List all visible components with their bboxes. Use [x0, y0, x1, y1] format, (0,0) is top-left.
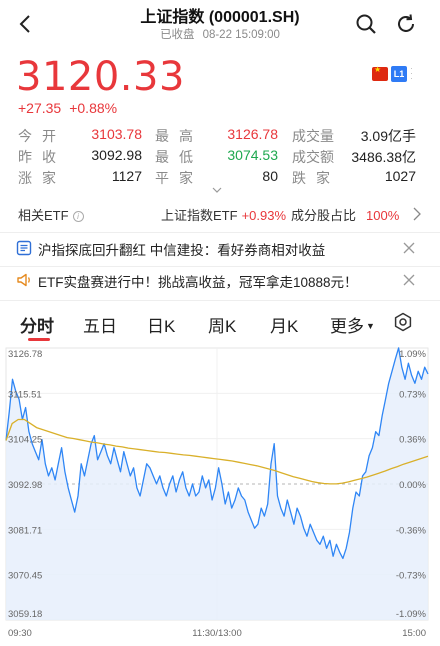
pct-axis-tick-label: -1.09% — [396, 609, 427, 620]
pct-axis-tick-label: 0.36% — [399, 435, 426, 446]
stat-value: 3092.98 — [91, 147, 142, 163]
share-value: 100% — [366, 208, 400, 223]
change-amount: +27.35 — [18, 100, 62, 116]
status-text: 已收盘 — [160, 29, 195, 41]
y-axis-tick-label: 3126.78 — [8, 349, 42, 360]
close-icon[interactable] — [402, 241, 416, 255]
y-axis-tick-label: 3104.25 — [8, 435, 42, 446]
stat-value: 80 — [262, 168, 278, 184]
news-item[interactable]: 沪指探底回升翻红 中信建投：看好券商相对收益 — [16, 238, 426, 260]
stats-grid: 今开 3103.78 最高 3126.78 成交量 3.09亿手 昨收 3092… — [18, 126, 428, 189]
info-icon[interactable]: i — [72, 211, 84, 222]
stat-label: 成交量 — [292, 128, 334, 144]
pct-axis-tick-label: 1.09% — [399, 349, 426, 360]
stat-value: 1127 — [111, 168, 142, 184]
pct-axis-tick-label: -0.73% — [396, 571, 427, 582]
news-item[interactable]: ETF实盘赛进行中！挑战高收益，冠军拿走10888元！ — [16, 270, 426, 292]
etf-name: 上证指数ETF — [161, 208, 238, 223]
chevron-right-icon[interactable] — [412, 207, 422, 221]
level-badge[interactable]: L1 — [391, 66, 407, 82]
expand-chevron-icon[interactable] — [212, 186, 222, 194]
stat-value: 3126.78 — [227, 126, 278, 142]
header: 上证指数 (000001.SH) 已收盘 08-22 15:09:00 — [0, 0, 440, 48]
y-axis-tick-label: 3081.71 — [8, 525, 42, 536]
stat-value: 3103.78 — [91, 126, 142, 142]
price-change: +27.35 +0.88% — [18, 100, 125, 116]
related-etf-text: 相关ETF — [18, 208, 69, 223]
stat-value: 3486.38亿 — [351, 149, 416, 165]
x-axis-tick-label: 15:00 — [402, 628, 426, 639]
tab-monthly-k[interactable]: 月K — [270, 312, 298, 337]
tab-more[interactable]: 更多 ▼ — [330, 312, 375, 337]
tab-weekly-k[interactable]: 周K — [208, 312, 236, 337]
share-label: 成分股占比 — [291, 208, 357, 223]
news-text: ETF实盘赛进行中！挑战高收益，冠军拿走10888元！ — [38, 275, 358, 290]
stat-label: 昨收 — [18, 149, 66, 165]
chart-tabs: 分时 五日 日K 周K 月K 更多 ▼ — [0, 308, 440, 341]
stat-label: 今开 — [18, 128, 66, 144]
current-price: 3120.33 — [16, 54, 185, 100]
stat-value: 3.09亿手 — [360, 128, 416, 144]
stat-label: 最低 — [155, 149, 203, 165]
x-axis-tick-label: 11:30/13:00 — [192, 628, 241, 639]
stats-row: 昨收 3092.98 最低 3074.53 成交额 3486.38亿 — [18, 147, 428, 168]
status-datetime: 08-22 15:09:00 — [202, 29, 280, 41]
settings-icon[interactable] — [393, 312, 413, 332]
pct-axis-tick-label: 0.73% — [399, 389, 426, 400]
divider — [0, 300, 440, 301]
y-axis-tick-label: 3092.98 — [8, 480, 42, 491]
megaphone-icon — [17, 273, 30, 287]
stat-label: 最高 — [155, 128, 203, 144]
change-percent: +0.88% — [69, 100, 118, 116]
related-etf-bar[interactable]: 相关ETF i 上证指数ETF +0.93% 成分股占比 100% — [18, 204, 422, 224]
stat-label: 成交额 — [292, 149, 334, 165]
stat-label: 涨家 — [18, 170, 66, 186]
close-icon[interactable] — [402, 273, 416, 287]
stat-label: 平家 — [155, 170, 203, 186]
x-axis-tick-label: 09:30 — [8, 628, 32, 639]
y-axis-tick-label: 3070.45 — [8, 571, 42, 582]
tab-intraday[interactable]: 分时 — [20, 312, 54, 337]
pct-axis-tick-label: 0.00% — [399, 480, 426, 491]
stats-row: 今开 3103.78 最高 3126.78 成交量 3.09亿手 — [18, 126, 428, 147]
tab-daily-k[interactable]: 日K — [147, 312, 175, 337]
stat-label: 跌家 — [292, 170, 340, 186]
etf-change: +0.93% — [241, 208, 287, 223]
more-dots-icon[interactable]: · · · — [410, 64, 414, 83]
dropdown-caret-icon: ▼ — [366, 321, 375, 331]
pct-axis-tick-label: -0.36% — [396, 525, 427, 536]
news-doc-icon — [16, 240, 32, 256]
y-axis-tick-label: 3115.51 — [8, 389, 42, 400]
tab-five-day[interactable]: 五日 — [83, 312, 117, 337]
news-text: 沪指探底回升翻红 中信建投：看好券商相对收益 — [38, 243, 326, 258]
stat-value: 1027 — [384, 168, 416, 184]
constituent-share[interactable]: 成分股占比 100% — [291, 205, 399, 224]
stat-value: 3074.53 — [227, 147, 278, 163]
refresh-icon[interactable] — [395, 13, 417, 35]
divider — [0, 266, 440, 267]
y-axis-tick-label: 3059.18 — [8, 609, 42, 620]
china-flag-icon — [372, 65, 388, 81]
intraday-chart[interactable]: 3126.78 1.09% 3115.51 0.73% 3104.25 0.36% 3092… — [0, 340, 440, 646]
related-etf-label: 相关ETF i — [18, 205, 84, 224]
tab-more-label: 更多 — [330, 317, 364, 336]
divider — [0, 232, 440, 233]
search-icon[interactable] — [355, 13, 377, 35]
stats-row: 涨家 1127 平家 80 跌家 1027 — [18, 168, 428, 189]
etf-quote[interactable]: 上证指数ETF +0.93% — [161, 205, 286, 224]
